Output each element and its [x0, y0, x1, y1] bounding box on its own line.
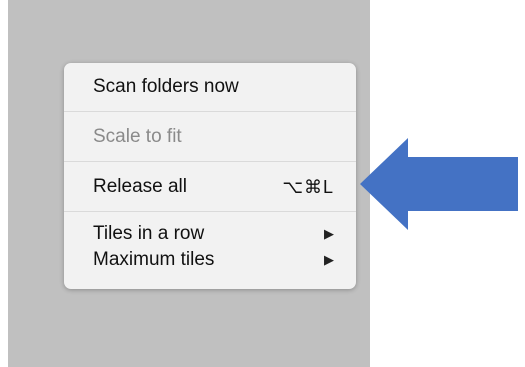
context-menu: Scan folders now Scale to fit Release al…: [64, 63, 356, 289]
submenu-arrow-icon: ▶: [324, 252, 334, 267]
menu-item-label: Release all: [93, 176, 187, 197]
menu-separator: [64, 111, 356, 112]
arrow-shape: [360, 138, 518, 230]
keyboard-shortcut: ⌥⌘L: [282, 177, 334, 197]
menu-item-label: Maximum tiles: [93, 249, 215, 270]
menu-item-tiles-in-a-row[interactable]: Tiles in a row ▶: [64, 221, 356, 247]
menu-separator: [64, 161, 356, 162]
menu-item-label: Tiles in a row: [93, 223, 205, 244]
menu-separator: [64, 211, 356, 212]
menu-item-label: Scan folders now: [93, 76, 239, 97]
annotation-arrow-icon: [360, 138, 518, 230]
menu-item-maximum-tiles[interactable]: Maximum tiles ▶: [64, 247, 356, 273]
menu-item-release-all[interactable]: Release all ⌥⌘L: [64, 171, 356, 203]
menu-item-scan-folders-now[interactable]: Scan folders now: [64, 71, 356, 103]
menu-item-label: Scale to fit: [93, 126, 182, 147]
menu-item-scale-to-fit: Scale to fit: [64, 121, 356, 153]
submenu-arrow-icon: ▶: [324, 226, 334, 241]
